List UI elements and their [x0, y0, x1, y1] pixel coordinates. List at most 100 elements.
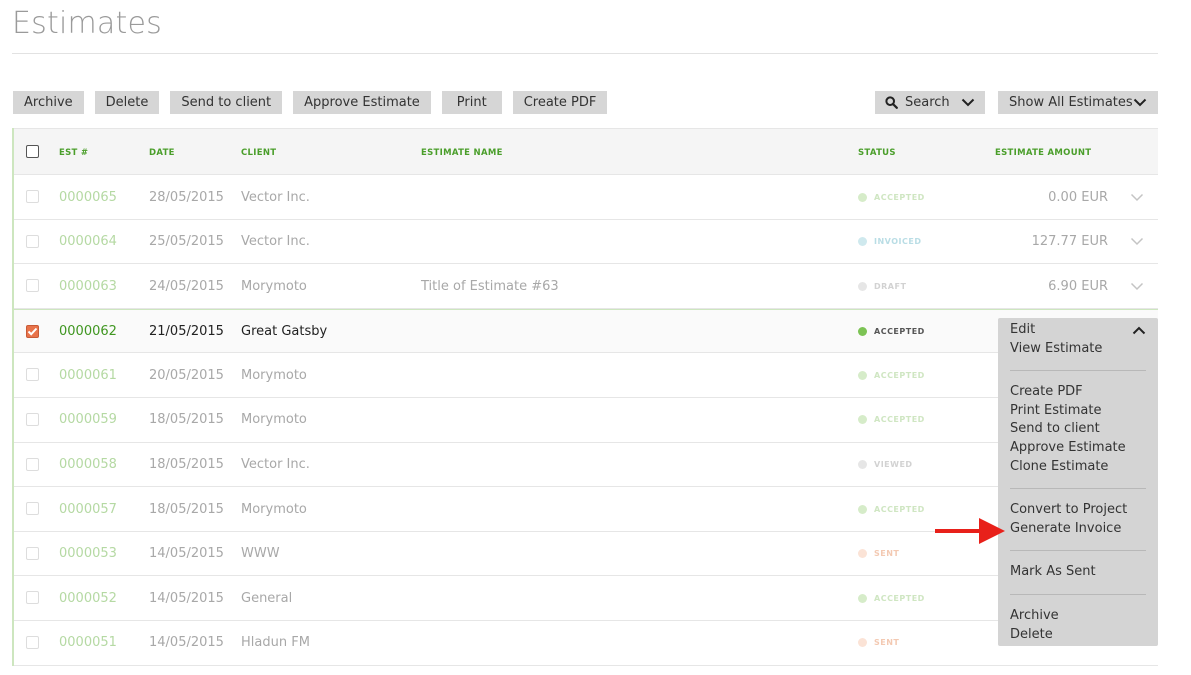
archive-button[interactable]: Archive: [13, 91, 84, 114]
estimate-number-link[interactable]: 0000053: [59, 532, 117, 576]
estimate-client: Morymoto: [241, 412, 307, 428]
menu-send-to-client[interactable]: Send to client: [1010, 421, 1100, 436]
estimate-number-link[interactable]: 0000064: [59, 220, 117, 264]
row-checkbox[interactable]: [26, 457, 39, 471]
filter-label: Show All Estimates: [1009, 95, 1133, 110]
estimate-number-link[interactable]: 0000052: [59, 576, 117, 620]
status-label: ACCEPTED: [874, 415, 925, 425]
delete-button[interactable]: Delete: [94, 91, 160, 114]
print-button[interactable]: Print: [441, 91, 502, 114]
status-badge: DRAFT: [858, 264, 906, 308]
menu-edit[interactable]: Edit: [1010, 322, 1035, 337]
estimate-number-link[interactable]: 0000058: [59, 443, 117, 487]
status-label: DRAFT: [874, 281, 907, 291]
table-row[interactable]: 0000058 18/05/2015 Vector Inc. VIEWED: [14, 443, 1158, 488]
estimate-name: Title of Estimate #63: [421, 278, 559, 294]
header-estimate-name[interactable]: ESTIMATE NAME: [421, 148, 503, 158]
header-estimate-amount[interactable]: ESTIMATE AMOUNT: [995, 148, 1091, 158]
table-body: 0000065 28/05/2015 Vector Inc. ACCEPTED 0.00…: [14, 175, 1158, 666]
status-badge: SENT: [858, 532, 899, 576]
row-checkbox[interactable]: [26, 635, 39, 649]
chevron-down-icon: [1130, 238, 1144, 246]
estimate-date: 14/05/2015: [149, 546, 224, 562]
table-row[interactable]: 0000052 14/05/2015 General ACCEPTED: [14, 576, 1158, 621]
table-row[interactable]: 0000061 20/05/2015 Morymoto ACCEPTED: [14, 353, 1158, 398]
estimate-number-link[interactable]: 0000051: [59, 621, 117, 665]
estimate-client: General: [241, 590, 293, 606]
create-pdf-button[interactable]: Create PDF: [512, 91, 608, 114]
row-checkbox[interactable]: [26, 234, 39, 248]
status-badge: ACCEPTED: [858, 576, 925, 620]
estimate-date: 14/05/2015: [149, 635, 224, 651]
estimate-client: Hladun FM: [241, 635, 310, 651]
row-expand-toggle[interactable]: [1130, 264, 1144, 308]
menu-convert-to-project[interactable]: Convert to Project: [1010, 502, 1127, 517]
table-row[interactable]: 0000051 14/05/2015 Hladun FM SENT: [14, 621, 1158, 666]
menu-view-estimate[interactable]: View Estimate: [1010, 341, 1102, 356]
estimate-number-link[interactable]: 0000063: [59, 264, 117, 308]
status-label: SENT: [874, 549, 900, 559]
table-row[interactable]: 0000063 24/05/2015 Morymoto Title of Estima…: [14, 264, 1158, 309]
status-label: VIEWED: [874, 460, 913, 470]
row-checkbox[interactable]: [26, 412, 39, 426]
header-date[interactable]: DATE: [149, 148, 175, 158]
status-label: ACCEPTED: [874, 192, 925, 202]
header-status[interactable]: STATUS: [858, 148, 896, 158]
menu-mark-as-sent[interactable]: Mark As Sent: [1010, 564, 1096, 579]
estimate-date: 24/05/2015: [149, 278, 224, 294]
estimate-number-link[interactable]: 0000059: [59, 398, 117, 442]
search-icon: [885, 96, 898, 109]
menu-generate-invoice[interactable]: Generate Invoice: [1010, 521, 1121, 536]
send-to-client-button[interactable]: Send to client: [170, 91, 283, 114]
table-row[interactable]: 0000065 28/05/2015 Vector Inc. ACCEPTED 0.00…: [14, 175, 1158, 220]
estimate-number-link[interactable]: 0000057: [59, 487, 117, 531]
status-badge: VIEWED: [858, 443, 913, 487]
menu-divider: [1010, 594, 1146, 595]
estimate-amount: 127.77 EUR: [1031, 234, 1108, 250]
chevron-up-icon[interactable]: [1132, 326, 1146, 335]
search-button[interactable]: Search: [875, 91, 985, 114]
estimate-client: Morymoto: [241, 501, 307, 517]
header-client[interactable]: CLIENT: [241, 148, 276, 158]
estimate-client: Vector Inc.: [241, 234, 310, 250]
approve-estimate-button[interactable]: Approve Estimate: [293, 91, 431, 114]
row-checkbox[interactable]: [26, 279, 39, 293]
row-checkbox[interactable]: [26, 546, 39, 560]
row-checkbox[interactable]: [26, 324, 39, 338]
menu-create-pdf[interactable]: Create PDF: [1010, 384, 1083, 399]
estimate-number-link[interactable]: 0000065: [59, 175, 117, 219]
checkmark-icon: [27, 327, 38, 336]
row-checkbox[interactable]: [26, 502, 39, 516]
menu-archive[interactable]: Archive: [1010, 608, 1059, 623]
menu-divider: [1010, 370, 1146, 371]
row-checkbox[interactable]: [26, 190, 39, 203]
row-checkbox[interactable]: [26, 368, 39, 382]
status-label: INVOICED: [874, 237, 922, 247]
menu-delete[interactable]: Delete: [1010, 627, 1053, 642]
menu-approve-estimate[interactable]: Approve Estimate: [1010, 440, 1126, 455]
select-all-checkbox[interactable]: [26, 145, 39, 158]
row-actions-menu: Edit View Estimate Create PDF Print Esti…: [998, 318, 1158, 646]
show-estimates-filter[interactable]: Show All Estimates: [998, 91, 1158, 114]
status-dot: [858, 549, 867, 559]
table-row[interactable]: 0000059 18/05/2015 Morymoto ACCEPTED: [14, 398, 1158, 443]
status-dot: [858, 638, 867, 648]
status-dot: [858, 327, 867, 337]
row-expand-toggle[interactable]: [1130, 220, 1144, 264]
status-badge: ACCEPTED: [858, 487, 925, 531]
estimate-number-link[interactable]: 0000061: [59, 353, 117, 397]
estimate-number-link[interactable]: 0000062: [59, 310, 117, 354]
estimate-client: WWW: [241, 546, 280, 562]
estimate-date: 21/05/2015: [149, 324, 224, 340]
table-row[interactable]: 0000062 21/05/2015 Great Gatsby ACCEPTED: [14, 308, 1158, 354]
table-row[interactable]: 0000064 25/05/2015 Vector Inc. INVOICED 127.…: [14, 220, 1158, 265]
menu-divider: [1010, 488, 1146, 489]
menu-print-estimate[interactable]: Print Estimate: [1010, 403, 1101, 418]
estimate-date: 18/05/2015: [149, 501, 224, 517]
header-est[interactable]: EST #: [59, 148, 88, 158]
status-badge: ACCEPTED: [858, 353, 925, 397]
status-dot: [858, 370, 867, 380]
row-expand-toggle[interactable]: [1130, 175, 1144, 219]
row-checkbox[interactable]: [26, 591, 39, 605]
menu-clone-estimate[interactable]: Clone Estimate: [1010, 459, 1108, 474]
